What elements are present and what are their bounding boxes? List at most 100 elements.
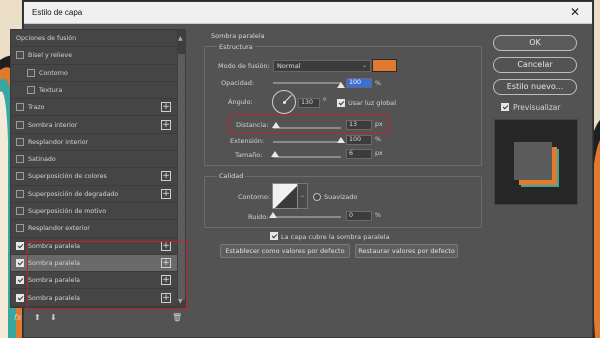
angle-input[interactable]: 130 [298,98,320,108]
reset-default-button[interactable]: Restaurar valores por defecto [355,244,458,258]
spread-input[interactable]: 100 [346,135,372,145]
style-item[interactable]: Resplandor interior [11,134,177,152]
style-item[interactable]: Satinado [11,151,177,169]
distance-input[interactable]: 13 [346,120,372,130]
contour-dropdown-arrow[interactable]: ⌄ [298,183,308,209]
structure-title: Estructura [217,43,255,51]
distance-label: Distancia: [236,121,269,129]
style-item[interactable]: Superposición de colores + [11,168,177,186]
style-item-checkbox[interactable] [16,189,24,198]
contour-curve-icon [273,184,297,208]
style-item-label: Superposición de motivo [28,208,107,215]
knockout-label: La capa cubre la sombra paralela [281,233,390,241]
global-light-checkbox[interactable] [337,99,345,107]
style-item[interactable]: Trazo + [11,99,177,117]
opacity-slider[interactable] [273,82,341,84]
preview-label: Previsualizar [513,103,561,112]
style-item-checkbox[interactable] [16,224,24,233]
arrow-up-icon[interactable]: ⬆ [34,313,41,322]
size-slider-knob[interactable] [271,151,280,157]
style-item[interactable]: Superposición de motivo [11,203,177,221]
style-item-checkbox[interactable] [16,172,24,181]
cancel-button[interactable]: Cancelar [493,57,577,73]
opacity-slider-knob[interactable] [337,82,345,88]
spread-slider-knob[interactable] [337,137,345,143]
drop-shadow-section-title: Sombra paralela [211,32,265,40]
style-item[interactable]: Resplandor exterior [11,220,177,238]
fx-button[interactable]: fx [14,313,22,322]
add-effect-icon[interactable]: + [161,188,171,199]
shadow-color-swatch[interactable] [372,59,397,72]
knockout-checkbox[interactable] [270,232,278,240]
style-item-checkbox[interactable] [16,120,24,129]
style-item-checkbox[interactable] [16,258,24,267]
style-item-label: Textura [39,86,63,94]
global-light-label: Usar luz global [348,99,397,107]
style-item-label: Satinado [28,156,56,164]
distance-slider-knob[interactable] [272,122,281,128]
add-effect-icon[interactable]: + [161,119,171,130]
window-title: Estilo de capa [32,8,83,17]
size-label: Tamaño: [235,151,263,159]
contour-label: Contorno: [238,193,271,201]
preview-checkbox[interactable] [501,103,509,111]
scroll-up-icon[interactable]: ▲ [178,35,183,42]
style-item[interactable]: Superposición de degradado + [11,186,177,203]
close-icon[interactable]: ✕ [570,5,580,19]
size-slider[interactable] [273,156,341,158]
chevron-down-icon: ⌄ [361,62,367,69]
noise-slider[interactable] [273,216,341,218]
angle-center-dot [283,101,286,104]
style-item-label: Contorno [39,69,68,77]
contour-picker[interactable] [272,183,298,209]
antialias-label: Suavizado [324,193,358,201]
style-item-label: Opciones de fusión [16,35,77,42]
style-item-label: Bisel y relieve [28,52,73,60]
make-default-button[interactable]: Establecer como valores por defecto [220,244,350,258]
style-item-checkbox[interactable] [16,207,24,215]
highlight-drop-shadow-items [27,241,188,310]
style-item-label: Superposición de colores [28,173,107,181]
add-effect-icon[interactable]: + [161,102,171,113]
style-item[interactable]: Opciones de fusión [11,30,177,48]
opacity-input[interactable]: 100 [346,78,372,88]
antialias-checkbox[interactable] [313,193,321,201]
style-item-label: Sombra interior [28,121,78,129]
style-item-checkbox[interactable] [16,155,24,164]
style-item-checkbox[interactable] [16,103,24,112]
style-item-label: Resplandor exterior [28,225,90,233]
noise-unit: % [375,212,381,219]
style-item-checkbox[interactable] [27,85,35,94]
spread-slider[interactable] [273,141,341,143]
style-item[interactable]: Sombra interior + [11,117,177,134]
title-bar: Estilo de capa ✕ [24,2,592,24]
blend-mode-select[interactable]: Normal ⌄ [273,60,371,72]
add-effect-icon[interactable]: + [161,171,171,182]
opacity-label: Opacidad: [221,79,255,87]
ok-button[interactable]: OK [493,35,577,51]
styles-list-toolbar: fx ⬆ ⬇ 🗑 [12,313,182,327]
style-item[interactable]: Contorno [11,65,177,82]
style-item[interactable]: Bisel y relieve [11,47,177,65]
preview-square [514,142,552,180]
angle-unit: º [323,97,326,104]
angle-dial[interactable] [272,90,296,114]
distance-slider[interactable] [273,127,341,129]
style-item-checkbox[interactable] [16,51,24,60]
noise-label: Ruido: [248,213,269,221]
style-item-checkbox[interactable] [16,241,24,250]
new-style-button[interactable]: Estilo nuevo... [493,79,577,95]
size-input[interactable]: 6 [346,149,372,159]
noise-slider-knob[interactable] [269,212,277,218]
style-item-checkbox[interactable] [16,276,24,285]
quality-group [204,176,482,228]
style-item-checkbox[interactable] [27,68,35,77]
style-item-checkbox[interactable] [16,137,24,146]
size-unit: px [375,150,383,157]
style-item[interactable]: Textura [11,82,177,100]
style-item-checkbox[interactable] [16,293,24,302]
trash-icon[interactable]: 🗑 [172,313,182,322]
spread-unit: % [375,136,381,143]
noise-input[interactable]: 0 [346,211,372,221]
arrow-down-icon[interactable]: ⬇ [50,313,57,322]
